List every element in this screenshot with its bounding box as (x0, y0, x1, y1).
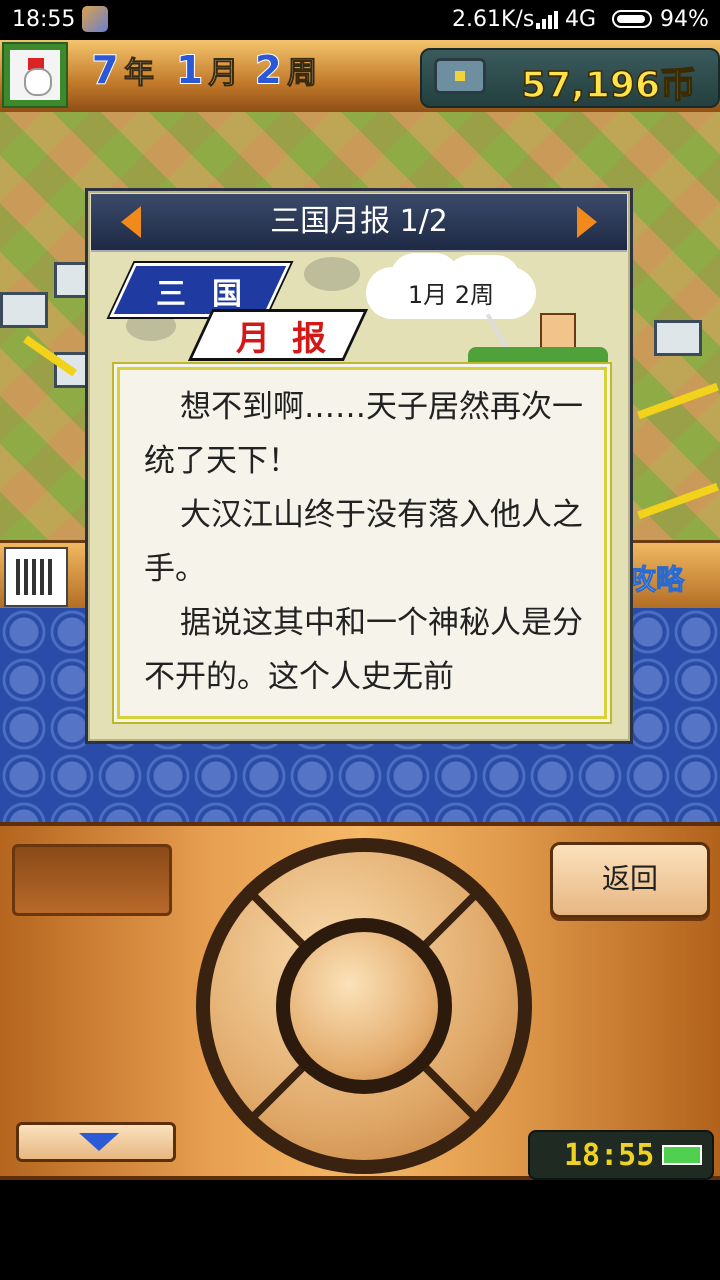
banner-top-text: 三国 (156, 277, 268, 312)
report-text-box[interactable]: 想不到啊……天子居然再次一统了天下！ 大汉江山终于没有落入他人之手。 据说这其中… (117, 367, 607, 719)
dialog-header: 三国月报 1/2 (91, 194, 627, 252)
report-date: 1月 2周 (407, 281, 495, 309)
month-number: 1 (175, 47, 203, 93)
report-body: 想不到啊……天子居然再次一统了天下！ 大汉江山终于没有落入他人之手。 据说这其中… (144, 380, 584, 704)
status-bar: 18:55 2.61K/s 4G 94% (0, 0, 720, 40)
ruler-avatar[interactable] (2, 42, 68, 108)
castle-icon[interactable] (0, 292, 48, 328)
portrait-char: 劉 (16, 559, 56, 595)
dialog-title: 三国月报 1/2 (270, 204, 448, 239)
coin-count: 57,196币 (520, 64, 696, 107)
month-unit: 月 (208, 56, 239, 92)
ruler-portrait[interactable]: 劉 (4, 547, 68, 607)
network-type: 4G (565, 7, 597, 32)
treasury-panel[interactable]: 57,196币 (420, 48, 720, 108)
year-number: 7 (91, 47, 119, 93)
report-paragraph: 想不到啊……天子居然再次一统了天下！ (144, 389, 583, 479)
report-paragraph: 据说这其中和一个神秘人是分不开的。这个人史无前 (144, 605, 583, 695)
mini-screen-slot (12, 844, 172, 916)
week-number: 2 (254, 47, 282, 93)
battery-icon (662, 1145, 702, 1165)
status-time: 18:55 (12, 7, 76, 32)
treasure-chest-icon (434, 58, 486, 94)
game-date: 7 年 1 月 2 周 (91, 47, 392, 102)
dpad-center-button[interactable] (290, 932, 438, 1080)
clock-panel: 18:55 (528, 1130, 714, 1180)
scroll-down-button[interactable] (16, 1122, 176, 1162)
controller-panel: 返回 18:55 (0, 822, 720, 1180)
battery-percent: 94% (660, 7, 709, 32)
banner-bottom-text: 月报 (236, 319, 348, 359)
castle-icon[interactable] (654, 320, 702, 356)
game-clock: 18:55 (564, 1138, 655, 1173)
week-unit: 周 (287, 56, 318, 92)
road (637, 382, 719, 420)
game-top-bar: 7 年 1 月 2 周 57,196币 (0, 40, 720, 115)
next-page-arrow-icon[interactable] (577, 206, 597, 238)
soldier-sprite (468, 309, 608, 363)
year-unit: 年 (124, 56, 155, 92)
battery-icon (612, 10, 652, 28)
monthly-report-dialog: 三国月报 1/2 三国 月报 1月 2周 想不到啊……天子居然再次一统了天下！ … (85, 188, 633, 744)
down-arrow-icon (79, 1133, 119, 1151)
strategy-link[interactable]: 攻略 (627, 558, 684, 598)
report-banner: 三国 月报 (109, 253, 369, 363)
directional-pad[interactable] (196, 838, 532, 1174)
snowman-icon (10, 50, 60, 100)
report-paragraph: 大汉江山终于没有落入他人之手。 (144, 497, 583, 587)
signal-icon (536, 10, 560, 35)
app-notification-icon (82, 6, 108, 32)
road (637, 482, 719, 520)
network-speed: 2.61K/s (452, 7, 535, 32)
back-button[interactable]: 返回 (550, 842, 710, 918)
